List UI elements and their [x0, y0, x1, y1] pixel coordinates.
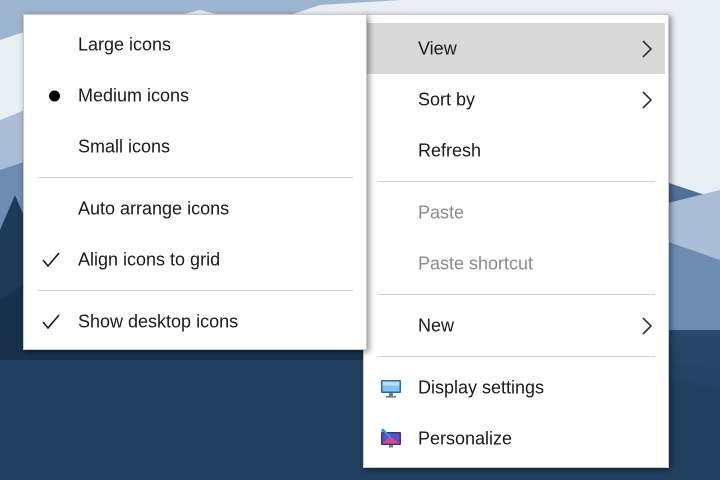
- chevron-right-icon: [642, 316, 653, 335]
- menu-item-paste-shortcut-label: Paste shortcut: [418, 253, 534, 273]
- submenu-item-large-icons-label: Large icons: [78, 34, 172, 54]
- menu-item-personalize-label: Personalize: [418, 428, 513, 448]
- view-submenu: Large icons Medium icons Small icons Aut…: [23, 14, 367, 350]
- display-settings-icon: [381, 379, 401, 398]
- submenu-item-auto-arrange-icons-label: Auto arrange icons: [78, 198, 230, 218]
- menu-item-paste-shortcut[interactable]: Paste shortcut: [364, 238, 668, 289]
- menu-item-personalize[interactable]: Personalize: [364, 413, 668, 464]
- submenu-item-small-icons-label: Small icons: [78, 136, 171, 156]
- menu-item-sort-by[interactable]: Sort by: [364, 74, 668, 125]
- menu-item-refresh[interactable]: Refresh: [364, 125, 668, 176]
- submenu-item-medium-icons-label: Medium icons: [78, 85, 190, 105]
- menu-item-view-label: View: [418, 38, 457, 58]
- menu-item-new[interactable]: New: [364, 300, 668, 351]
- submenu-item-show-desktop-icons-label: Show desktop icons: [78, 311, 239, 331]
- menu-item-refresh-label: Refresh: [418, 140, 482, 160]
- chevron-right-icon: [642, 39, 653, 58]
- submenu-item-align-icons-to-grid-label: Align icons to grid: [78, 249, 221, 269]
- menu-item-sort-by-label: Sort by: [418, 89, 476, 109]
- desktop-context-menu: View Sort by Refresh Paste Paste shortcu…: [363, 14, 669, 468]
- chevron-right-icon: [642, 90, 653, 109]
- checkmark-icon: [42, 251, 60, 267]
- menu-item-display-settings-label: Display settings: [418, 377, 545, 397]
- menu-item-new-label: New: [418, 315, 455, 335]
- submenu-item-small-icons[interactable]: Small icons: [24, 121, 366, 172]
- submenu-separator: [38, 177, 353, 178]
- menu-separator: [378, 294, 655, 295]
- personalize-icon: [381, 428, 401, 447]
- menu-item-display-settings[interactable]: Display settings: [364, 362, 668, 413]
- menu-item-paste[interactable]: Paste: [364, 187, 668, 238]
- submenu-separator: [38, 290, 353, 291]
- menu-item-view[interactable]: View: [367, 23, 665, 74]
- submenu-item-auto-arrange-icons[interactable]: Auto arrange icons: [24, 183, 366, 234]
- menu-separator: [378, 356, 655, 357]
- submenu-item-align-icons-to-grid[interactable]: Align icons to grid: [24, 234, 366, 285]
- menu-item-paste-label: Paste: [418, 202, 465, 222]
- submenu-item-medium-icons[interactable]: Medium icons: [24, 70, 366, 121]
- submenu-item-large-icons[interactable]: Large icons: [24, 19, 366, 70]
- submenu-item-show-desktop-icons[interactable]: Show desktop icons: [24, 296, 366, 347]
- menu-separator: [378, 181, 655, 182]
- checkmark-icon: [42, 313, 60, 329]
- radio-bullet-icon: [49, 90, 60, 101]
